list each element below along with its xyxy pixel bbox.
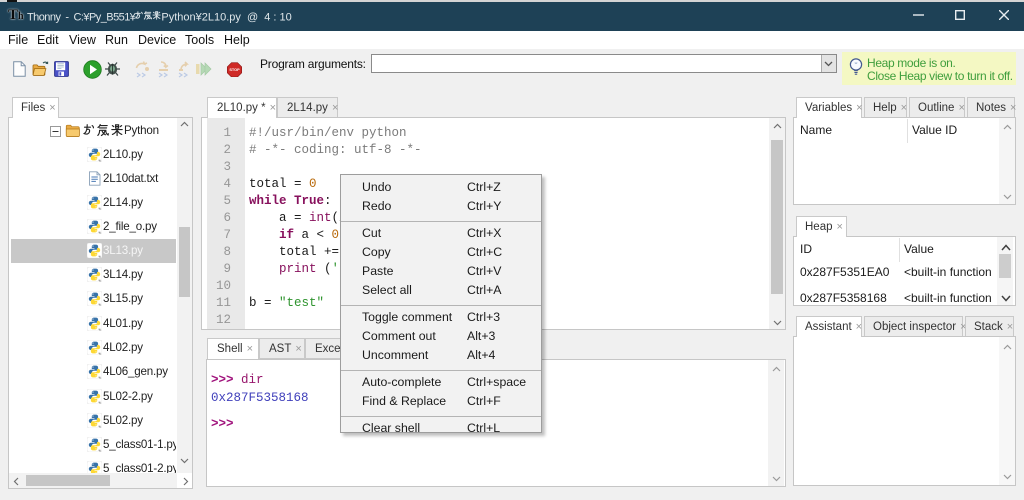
svg-text:STOP: STOP	[229, 68, 240, 72]
